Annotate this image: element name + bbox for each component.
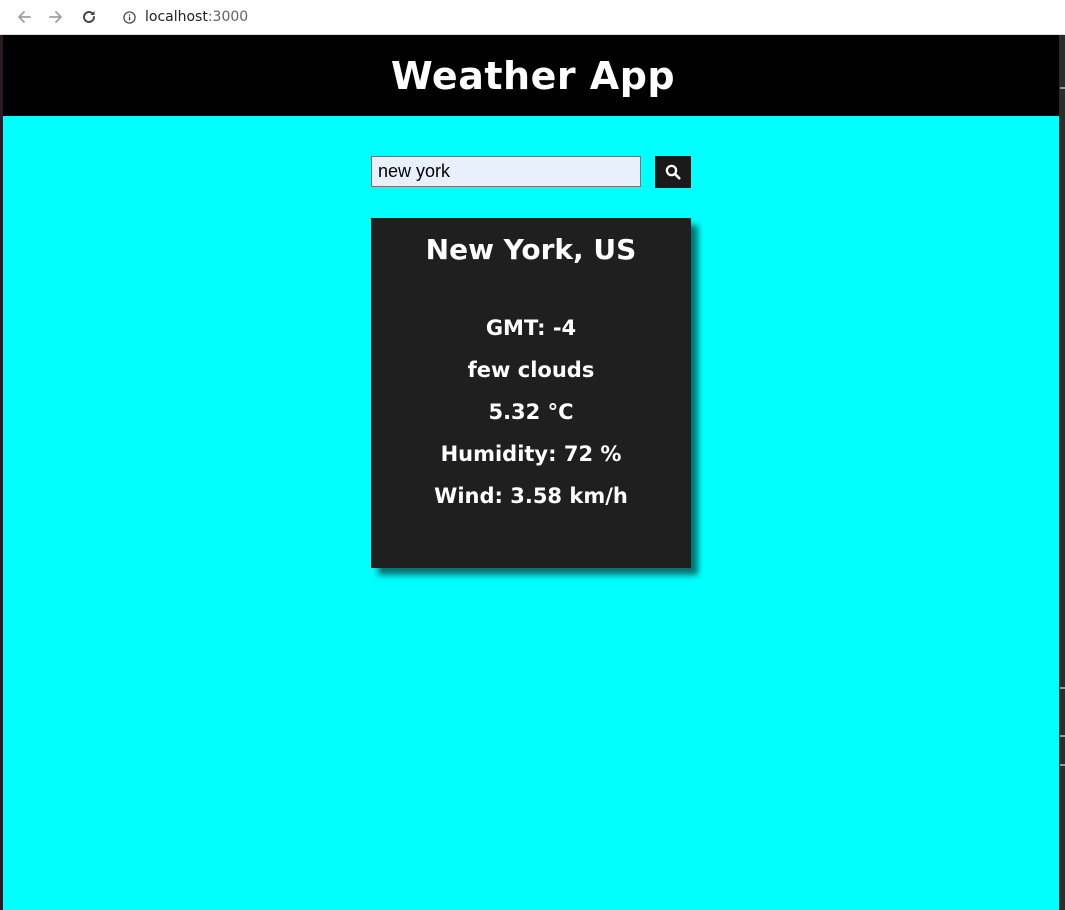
humidity: Humidity: 72 %	[440, 442, 622, 466]
edge-mark	[1060, 687, 1065, 689]
temperature: 5.32 °C	[488, 400, 574, 424]
search-icon	[665, 164, 681, 180]
edge-mark	[1060, 735, 1065, 737]
city-name: New York, US	[425, 233, 637, 266]
back-button[interactable]	[14, 7, 34, 27]
app-header: Weather App	[3, 35, 1059, 116]
address-bar[interactable]: localhost:3000	[114, 3, 1064, 31]
gmt-offset: GMT: -4	[485, 316, 577, 340]
arrow-left-icon	[18, 11, 31, 23]
edge-mark	[1060, 87, 1065, 89]
forward-button[interactable]	[46, 7, 66, 27]
app-title: Weather App	[390, 53, 676, 98]
edge-mark	[1060, 764, 1065, 766]
arrow-right-icon	[49, 11, 62, 23]
weather-description: few clouds	[467, 358, 595, 382]
url-host: localhost	[145, 9, 208, 25]
weather-card: New York, US GMT: -4 few clouds 5.32 °C …	[371, 218, 691, 568]
wind-speed: Wind: 3.58 km/h	[434, 484, 628, 508]
search-button[interactable]	[655, 156, 691, 188]
info-circle-icon[interactable]	[122, 10, 136, 24]
page: Weather App New York, US GMT: -4 few clo…	[3, 35, 1059, 910]
reload-icon	[83, 11, 95, 23]
browser-toolbar: localhost:3000	[0, 0, 1065, 35]
url-port: :3000	[207, 9, 249, 25]
window-edge	[1059, 35, 1065, 910]
reload-button[interactable]	[79, 7, 99, 27]
weather-details: GMT: -4 few clouds 5.32 °C Humidity: 72 …	[371, 307, 691, 517]
search-input[interactable]	[371, 156, 641, 187]
